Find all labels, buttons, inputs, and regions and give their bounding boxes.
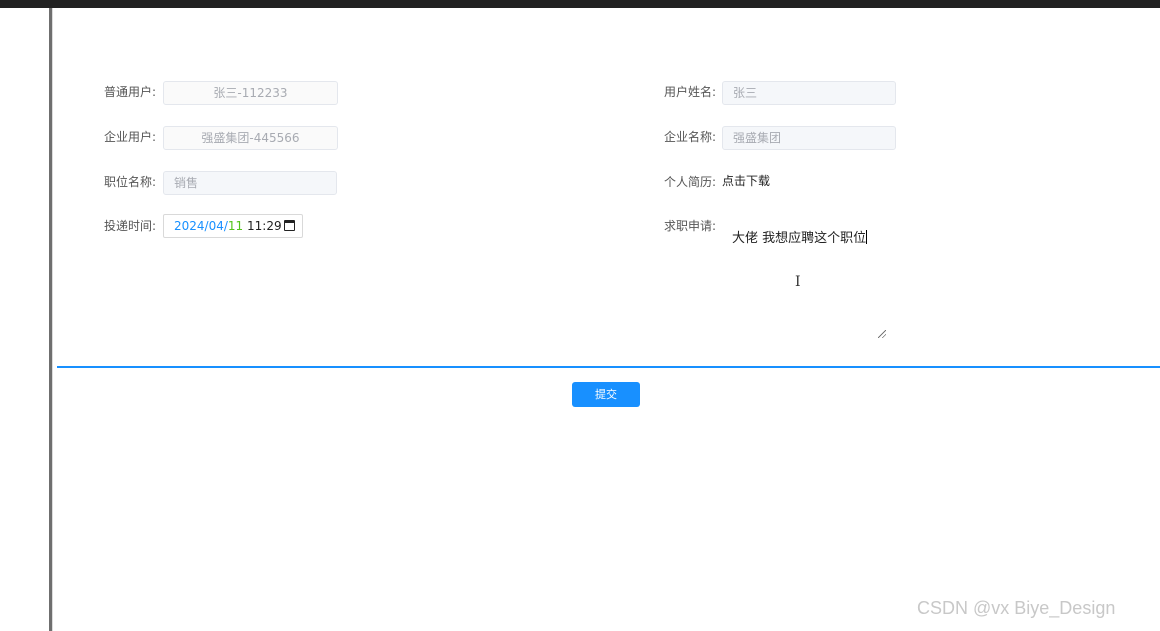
calendar-icon[interactable]	[284, 220, 295, 231]
position-name-label: 职位名称:	[104, 175, 157, 189]
application-label: 求职申请:	[664, 219, 717, 233]
ordinary-user-field[interactable]: 张三-112233	[163, 81, 338, 105]
datetime-day: 11	[227, 219, 244, 233]
watermark: CSDN @vx Biye_Design	[917, 598, 1116, 618]
enterprise-name-label: 企业名称:	[664, 130, 717, 144]
top-bar	[0, 0, 1160, 8]
text-caret	[866, 230, 868, 244]
user-name-label: 用户姓名:	[664, 85, 717, 99]
text-cursor-icon: I	[795, 274, 801, 290]
enterprise-user-field[interactable]: 强盛集团-445566	[163, 126, 338, 150]
application-text: 大佬 我想应聘这个职位	[732, 231, 867, 246]
resume-download-link[interactable]: 点击下载	[722, 172, 770, 189]
ordinary-user-label: 普通用户:	[104, 85, 157, 99]
application-textarea[interactable]: 大佬 我想应聘这个职位	[722, 218, 892, 342]
resume-label: 个人简历:	[664, 175, 717, 189]
user-name-field[interactable]: 张三	[722, 81, 896, 105]
delivery-time-input[interactable]: 2024/04/11 11:29	[163, 214, 303, 238]
form-divider	[57, 366, 1160, 368]
enterprise-user-label: 企业用户:	[104, 130, 157, 144]
enterprise-name-field[interactable]: 强盛集团	[722, 126, 896, 150]
left-border-shadow	[52, 8, 53, 631]
datetime-month: 04	[208, 219, 224, 233]
submit-button[interactable]: 提交	[572, 382, 640, 407]
datetime-year: 2024	[174, 219, 205, 233]
position-name-field[interactable]: 销售	[163, 171, 337, 195]
delivery-time-label: 投递时间:	[104, 219, 157, 233]
resize-grip-icon[interactable]	[878, 330, 886, 338]
datetime-time: 11:29	[247, 219, 282, 233]
